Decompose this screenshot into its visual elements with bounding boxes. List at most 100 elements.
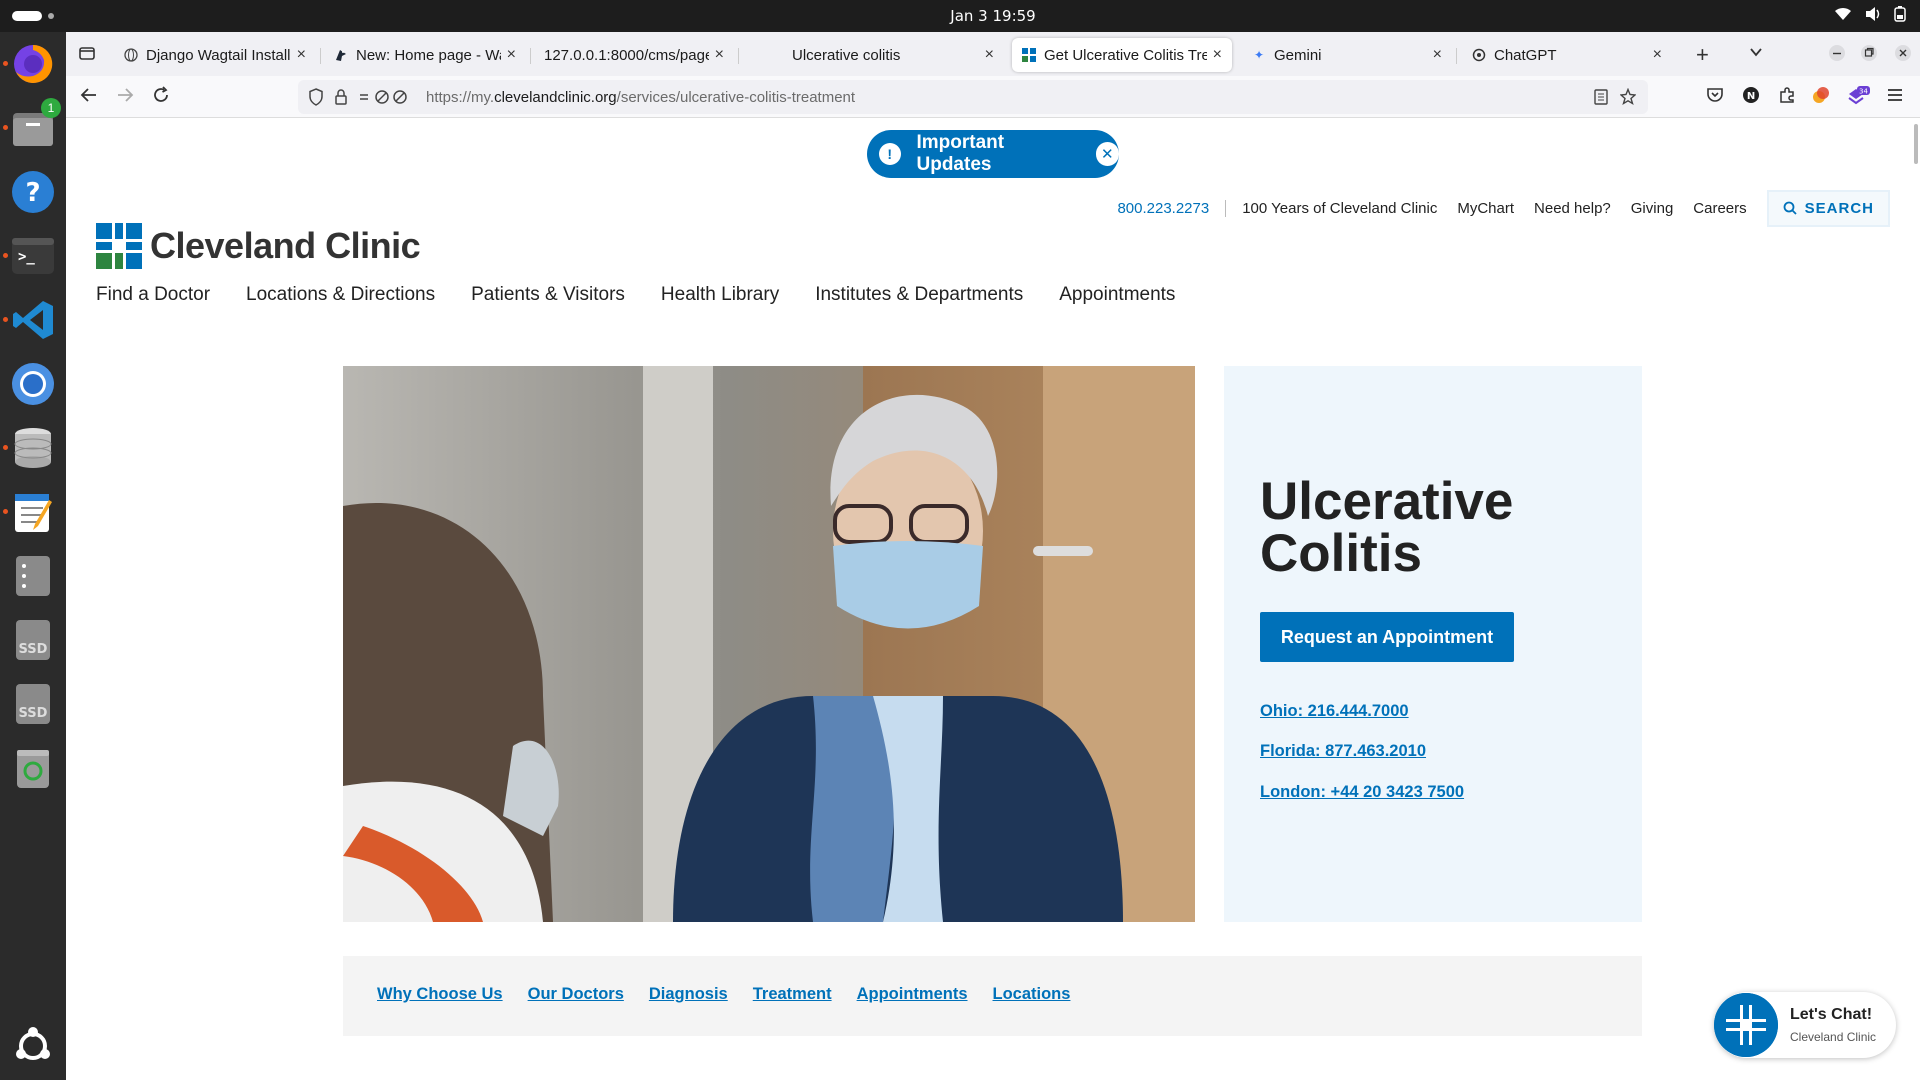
system-clock[interactable]: Jan 3 19:59 <box>0 7 1920 25</box>
tab-wagtail-home[interactable]: New: Home page - Wagt × <box>324 38 526 72</box>
close-window-icon[interactable] <box>1894 44 1912 67</box>
close-tab-icon[interactable]: × <box>297 46 306 64</box>
hero-photo <box>343 366 1195 922</box>
svg-text:>_: >_ <box>18 249 35 265</box>
main-phone-link[interactable]: 800.223.2273 <box>1117 199 1227 217</box>
battery-icon <box>1894 6 1906 26</box>
ssd-drive-icon[interactable]: SSD <box>9 680 57 728</box>
nav-patients-visitors[interactable]: Patients & Visitors <box>471 284 625 306</box>
svg-text:SSD: SSD <box>19 642 48 657</box>
firefox-icon[interactable] <box>3 40 57 88</box>
close-tab-icon[interactable]: × <box>1433 46 1442 64</box>
utility-link-mychart[interactable]: MyChart <box>1457 200 1514 217</box>
svg-text:34: 34 <box>1859 88 1868 96</box>
svg-text:?: ? <box>25 178 40 208</box>
chat-widget[interactable]: Let's Chat! Cleveland Clinic <box>1714 992 1896 1058</box>
permissions-icon[interactable] <box>358 88 414 109</box>
tab-ulcerative-colitis[interactable]: Ulcerative colitis × <box>782 38 1004 72</box>
tab-gemini[interactable]: ✦ Gemini × <box>1242 38 1452 72</box>
chromium-icon[interactable] <box>9 360 57 408</box>
files-icon[interactable]: 1 <box>3 98 61 152</box>
important-updates-banner[interactable]: ! Important Updates ✕ <box>867 130 1119 178</box>
pocket-icon[interactable] <box>1706 86 1724 109</box>
nav-appointments[interactable]: Appointments <box>1059 284 1175 306</box>
tab-get-ulcerative-colitis-treatment[interactable]: Get Ulcerative Colitis Tre × <box>1012 38 1232 72</box>
menu-hamburger-icon[interactable] <box>1886 86 1904 109</box>
close-updates-icon[interactable]: ✕ <box>1095 142 1119 166</box>
browser-tab-strip: Django Wagtail Installati × New: Home pa… <box>66 32 1920 76</box>
anchor-locations[interactable]: Locations <box>993 985 1071 1004</box>
tracking-protection-shield-icon[interactable] <box>308 88 324 109</box>
cleveland-clinic-logo-icon <box>96 223 142 269</box>
badge-extension-icon[interactable]: 34 <box>1846 86 1870 113</box>
color-extension-icon[interactable] <box>1812 86 1830 109</box>
ohio-phone-link[interactable]: Ohio: 216.444.7000 <box>1260 702 1409 721</box>
wagtail-icon <box>334 48 348 62</box>
forward-icon[interactable] <box>116 86 134 109</box>
search-icon <box>1783 201 1797 215</box>
web-page: ! Important Updates ✕ 800.223.2273 100 Y… <box>66 118 1920 1080</box>
utility-link-careers[interactable]: Careers <box>1693 200 1746 217</box>
close-tab-icon[interactable]: × <box>1213 46 1222 64</box>
system-tray[interactable] <box>1834 6 1906 26</box>
request-appointment-button[interactable]: Request an Appointment <box>1260 612 1514 662</box>
search-button[interactable]: SEARCH <box>1766 189 1890 227</box>
text-editor-icon[interactable] <box>3 488 57 536</box>
anchor-treatment[interactable]: Treatment <box>753 985 832 1004</box>
hero-panel: Ulcerative Colitis Request an Appointmen… <box>1224 366 1642 922</box>
logo-text: Cleveland Clinic <box>150 225 421 266</box>
browser-toolbar: https://my.clevelandclinic.org/services/… <box>66 76 1920 118</box>
close-tab-icon[interactable]: × <box>985 46 994 64</box>
new-tab-button[interactable]: + <box>1696 42 1709 68</box>
utility-link-need-help[interactable]: Need help? <box>1534 200 1611 217</box>
florida-phone-link[interactable]: Florida: 877.463.2010 <box>1260 742 1426 761</box>
show-apps-icon[interactable] <box>9 1022 57 1070</box>
bookmark-star-icon[interactable] <box>1619 87 1637 109</box>
ssd-drive-icon[interactable]: SSD <box>9 616 57 664</box>
anchor-appointments[interactable]: Appointments <box>857 985 968 1004</box>
files-badge: 1 <box>41 98 61 118</box>
tab-chatgpt[interactable]: ChatGPT × <box>1462 38 1672 72</box>
close-tab-icon[interactable]: × <box>507 46 516 64</box>
nav-locations-directions[interactable]: Locations & Directions <box>246 284 435 306</box>
anchor-diagnosis[interactable]: Diagnosis <box>649 985 728 1004</box>
notion-extension-icon[interactable]: N <box>1742 86 1760 109</box>
system-top-bar: Jan 3 19:59 <box>0 0 1920 32</box>
terminal-icon[interactable]: >_ <box>3 232 57 280</box>
restore-window-icon[interactable] <box>1860 44 1878 67</box>
reload-icon[interactable] <box>152 86 170 109</box>
important-updates-label: Important Updates <box>916 132 1005 175</box>
page-scrollbar[interactable] <box>1914 124 1918 164</box>
anchor-why-choose-us[interactable]: Why Choose Us <box>377 985 503 1004</box>
tab-localhost-cms[interactable]: 127.0.0.1:8000/cms/pages/ × <box>534 38 734 72</box>
nav-find-a-doctor[interactable]: Find a Doctor <box>96 284 210 306</box>
url-text[interactable]: https://my.clevelandclinic.org/services/… <box>426 89 855 106</box>
back-icon[interactable] <box>80 86 98 109</box>
utility-link-100-years[interactable]: 100 Years of Cleveland Clinic <box>1242 200 1437 217</box>
list-all-tabs-icon[interactable] <box>1748 44 1764 65</box>
database-icon[interactable] <box>3 424 57 472</box>
trash-icon[interactable] <box>9 744 57 792</box>
london-phone-link[interactable]: London: +44 20 3423 7500 <box>1260 783 1464 802</box>
reader-view-icon[interactable] <box>1594 88 1608 109</box>
cleveland-clinic-logo[interactable]: Cleveland Clinic <box>96 222 421 270</box>
svg-text:SSD: SSD <box>19 706 48 721</box>
close-tab-icon[interactable]: × <box>715 46 724 64</box>
svg-text:N: N <box>1747 91 1755 102</box>
close-tab-icon[interactable]: × <box>1653 46 1662 64</box>
anchor-our-doctors[interactable]: Our Doctors <box>528 985 624 1004</box>
help-icon[interactable]: ? <box>9 168 57 216</box>
url-bar[interactable]: https://my.clevelandclinic.org/services/… <box>298 80 1648 114</box>
nav-health-library[interactable]: Health Library <box>661 284 779 306</box>
nav-institutes-departments[interactable]: Institutes & Departments <box>815 284 1023 306</box>
tab-overview-icon[interactable] <box>78 44 96 67</box>
extensions-puzzle-icon[interactable] <box>1778 86 1796 109</box>
alert-icon: ! <box>879 143 901 165</box>
server-icon[interactable] <box>9 552 57 600</box>
vscode-icon[interactable] <box>3 296 57 344</box>
lock-icon[interactable] <box>334 88 348 109</box>
minimize-window-icon[interactable] <box>1828 44 1846 67</box>
utility-link-giving[interactable]: Giving <box>1631 200 1674 217</box>
tab-django-wagtail[interactable]: Django Wagtail Installati × <box>114 38 316 72</box>
chat-logo-icon <box>1714 993 1778 1057</box>
